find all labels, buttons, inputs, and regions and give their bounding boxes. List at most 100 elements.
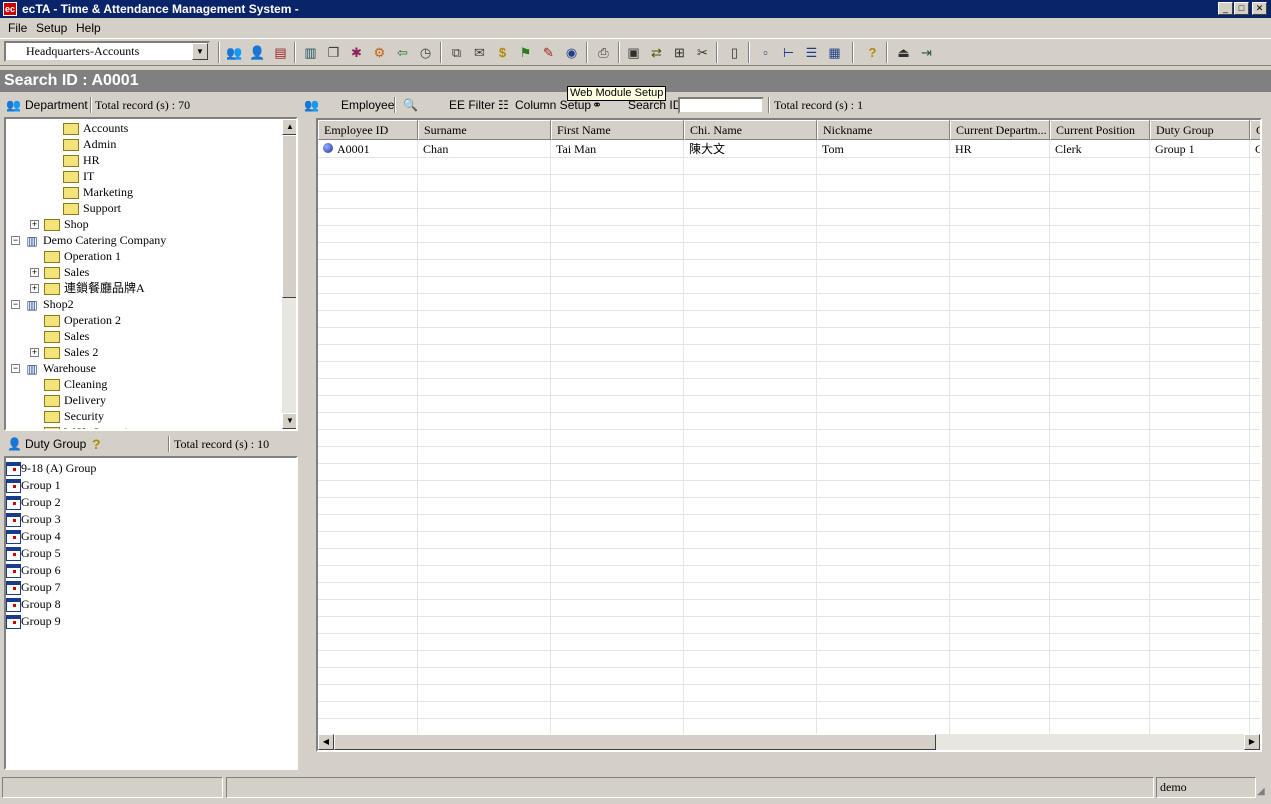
- scroll-down-button[interactable]: ▼: [282, 413, 296, 429]
- tree-item[interactable]: Sales: [44, 264, 89, 280]
- list-item[interactable]: Group 2: [6, 494, 61, 511]
- minimize-button[interactable]: _: [1218, 2, 1233, 15]
- exit-icon[interactable]: ⇥: [916, 42, 937, 63]
- column-header[interactable]: First Name: [551, 120, 684, 140]
- tree-item[interactable]: Support: [63, 200, 121, 216]
- list-item[interactable]: Group 3: [6, 511, 61, 528]
- scroll-thumb[interactable]: [282, 135, 296, 298]
- calendar-settings-icon[interactable]: ✱: [346, 42, 367, 63]
- list-item[interactable]: Group 8: [6, 596, 61, 613]
- grid-horizontal-scrollbar[interactable]: ◀ ▶: [318, 734, 1260, 750]
- table-cell[interactable]: Tom: [822, 141, 949, 157]
- tree-item[interactable]: Security: [44, 408, 104, 424]
- column-header[interactable]: Duty Group: [1150, 120, 1250, 140]
- employee-profile-icon[interactable]: 👤: [247, 42, 268, 63]
- help-icon[interactable]: ?: [862, 42, 883, 63]
- table-cell[interactable]: HR: [955, 141, 1049, 157]
- tree-item[interactable]: Sales 2: [44, 344, 98, 360]
- tree-item[interactable]: Cleaning: [44, 376, 107, 392]
- tree-item[interactable]: IT: [63, 168, 94, 184]
- document-icon[interactable]: ▯: [724, 42, 745, 63]
- table-cell[interactable]: G: [1255, 141, 1260, 157]
- scroll-right-button[interactable]: ▶: [1244, 734, 1260, 750]
- table-cell[interactable]: Clerk: [1055, 141, 1149, 157]
- scroll-left-button[interactable]: ◀: [318, 734, 334, 750]
- column-header[interactable]: Current Departm...: [950, 120, 1050, 140]
- resize-grip-icon[interactable]: ◢: [1257, 786, 1269, 798]
- tree-item[interactable]: Shop: [44, 216, 89, 232]
- mail-icon[interactable]: ✉: [469, 42, 490, 63]
- table-cell[interactable]: Group 1: [1155, 141, 1249, 157]
- department-tree[interactable]: Accounts Admin HR IT Marketing Support + Shop − ▥…: [4, 117, 298, 431]
- large-icons-view-icon[interactable]: ▫: [755, 42, 776, 63]
- book-icon[interactable]: ▥: [300, 42, 321, 63]
- menu-file[interactable]: File: [8, 20, 27, 36]
- list-item[interactable]: 9-18 (A) Group: [6, 460, 96, 477]
- menu-help[interactable]: Help: [76, 20, 101, 36]
- transfer-icon[interactable]: ⇄: [646, 42, 667, 63]
- documents-icon[interactable]: ❐: [323, 42, 344, 63]
- maximize-button[interactable]: □: [1234, 2, 1249, 15]
- tree-item[interactable]: HR: [63, 152, 100, 168]
- help-icon[interactable]: ?: [92, 433, 101, 455]
- filter-icon[interactable]: 🔍: [403, 94, 418, 116]
- close-button[interactable]: ✕: [1252, 2, 1267, 15]
- scroll-thumb[interactable]: [334, 734, 936, 750]
- scroll-up-button[interactable]: ▲: [282, 119, 296, 135]
- web-module-setup-icon[interactable]: ◉: [561, 42, 582, 63]
- tree-item[interactable]: Sales: [44, 328, 89, 344]
- list-item[interactable]: Group 7: [6, 579, 61, 596]
- tree-item[interactable]: ▥ Shop2: [25, 296, 73, 312]
- table-cell[interactable]: Chan: [423, 141, 550, 157]
- employees-icon[interactable]: 👥: [224, 42, 245, 63]
- tree-expander[interactable]: +: [30, 284, 39, 293]
- list-item[interactable]: Group 4: [6, 528, 61, 545]
- column-header[interactable]: Chi. Name: [684, 120, 817, 140]
- list-item[interactable]: Group 1: [6, 477, 61, 494]
- tree-item[interactable]: Accounts: [63, 120, 128, 136]
- tree-item[interactable]: Marketing: [63, 184, 133, 200]
- list-item[interactable]: Group 6: [6, 562, 61, 579]
- search-id-input[interactable]: [678, 97, 764, 114]
- app-icon[interactable]: ec: [3, 2, 17, 16]
- tree-expander[interactable]: −: [11, 364, 20, 373]
- tree-item[interactable]: Operation 1: [44, 248, 121, 264]
- department-select[interactable]: Headquarters-Accounts ▼: [4, 41, 210, 62]
- tree-item[interactable]: ▥ Warehouse: [25, 360, 96, 376]
- tree-item[interactable]: W.H. Operation: [44, 424, 140, 429]
- chevron-down-icon[interactable]: ▼: [192, 43, 208, 60]
- schedule-icon[interactable]: ✎: [538, 42, 559, 63]
- department-scrollbar[interactable]: ▲ ▼: [282, 119, 296, 429]
- logout-icon[interactable]: ⏏: [893, 42, 914, 63]
- tree-expander[interactable]: +: [30, 220, 39, 229]
- list-view-icon[interactable]: ☰: [801, 42, 822, 63]
- org-chart-icon[interactable]: ⊞: [669, 42, 690, 63]
- tree-view-icon[interactable]: ⊢: [778, 42, 799, 63]
- gear-icon[interactable]: ⚙: [369, 42, 390, 63]
- list-item[interactable]: Group 9: [6, 613, 61, 630]
- table-cell[interactable]: Tai Man: [556, 141, 683, 157]
- tree-item[interactable]: Admin: [63, 136, 116, 152]
- column-header[interactable]: Current Position: [1050, 120, 1150, 140]
- cabinet-icon[interactable]: ▤: [270, 42, 291, 63]
- tree-expander[interactable]: +: [30, 348, 39, 357]
- printer-icon[interactable]: ⎙: [593, 42, 614, 63]
- list-item[interactable]: Group 5: [6, 545, 61, 562]
- details-view-icon[interactable]: ▦: [824, 42, 845, 63]
- table-cell[interactable]: 陳大文: [689, 141, 816, 157]
- column-setup-icon[interactable]: ☷: [498, 94, 509, 116]
- column-setup-button[interactable]: Column Setup: [515, 94, 591, 116]
- ee-filter-button[interactable]: EE Filter: [449, 94, 495, 116]
- menu-setup[interactable]: Setup: [36, 20, 67, 36]
- column-header[interactable]: Nickname: [817, 120, 950, 140]
- column-header[interactable]: Employee ID: [318, 120, 418, 140]
- title-bar[interactable]: ec ecTA - Time & Attendance Management S…: [0, 0, 1271, 18]
- employee-grid[interactable]: Employee ID Surname First Name Chi. Name Nic…: [316, 118, 1262, 752]
- tree-expander[interactable]: +: [30, 268, 39, 277]
- door-icon[interactable]: ⇦: [392, 42, 413, 63]
- tools-icon[interactable]: ✂: [692, 42, 713, 63]
- tree-item[interactable]: Operation 2: [44, 312, 121, 328]
- monitor-icon[interactable]: ▣: [623, 42, 644, 63]
- tree-expander[interactable]: −: [11, 300, 20, 309]
- tree-item[interactable]: Delivery: [44, 392, 106, 408]
